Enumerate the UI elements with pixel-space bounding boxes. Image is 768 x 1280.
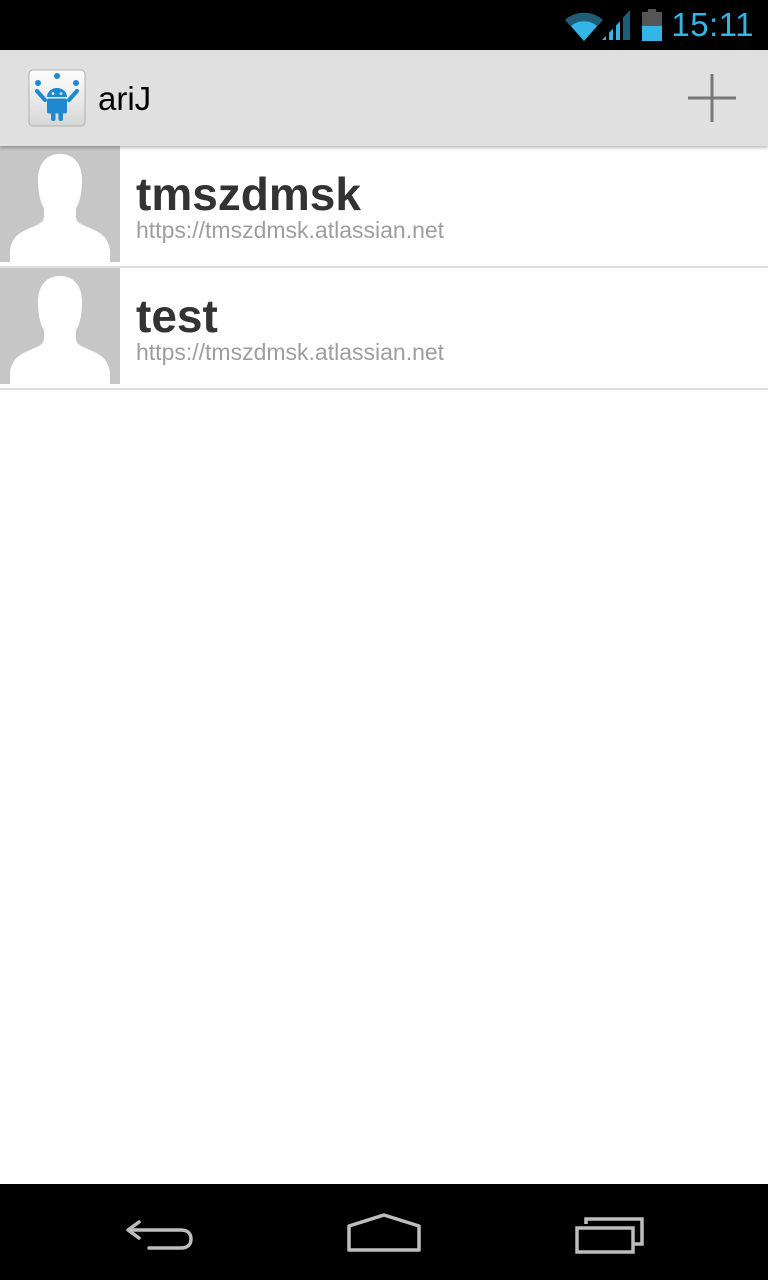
wifi-icon [565, 12, 603, 41]
account-row[interactable]: test https://tmszdmsk.atlassian.net [0, 268, 768, 390]
default-person-icon [0, 268, 120, 384]
recents-icon [575, 1217, 644, 1254]
navigation-bar [0, 1184, 768, 1280]
back-icon [126, 1220, 193, 1250]
back-button[interactable] [80, 1184, 240, 1280]
screen: 15:11 ariJ tmszdmsk https://tmszdmsk.atl… [0, 0, 768, 1280]
signal-icon [602, 10, 630, 40]
account-list: tmszdmsk https://tmszdmsk.atlassian.net … [0, 146, 768, 390]
account-name: test [136, 290, 218, 342]
account-row[interactable]: tmszdmsk https://tmszdmsk.atlassian.net [0, 146, 768, 268]
account-url: https://tmszdmsk.atlassian.net [136, 217, 445, 243]
recents-button[interactable] [530, 1184, 690, 1280]
android-app-icon[interactable] [28, 69, 86, 127]
account-name: tmszdmsk [136, 168, 361, 220]
home-button[interactable] [304, 1184, 464, 1280]
battery-icon [642, 9, 662, 41]
plus-icon [688, 74, 736, 122]
status-clock: 15:11 [671, 6, 754, 43]
account-url: https://tmszdmsk.atlassian.net [136, 339, 445, 365]
home-icon [347, 1213, 421, 1252]
app-title: ariJ [98, 80, 152, 117]
action-bar: ariJ [0, 50, 768, 146]
status-bar: 15:11 [0, 0, 768, 50]
add-account-button[interactable] [672, 58, 752, 138]
default-person-icon [0, 146, 120, 262]
